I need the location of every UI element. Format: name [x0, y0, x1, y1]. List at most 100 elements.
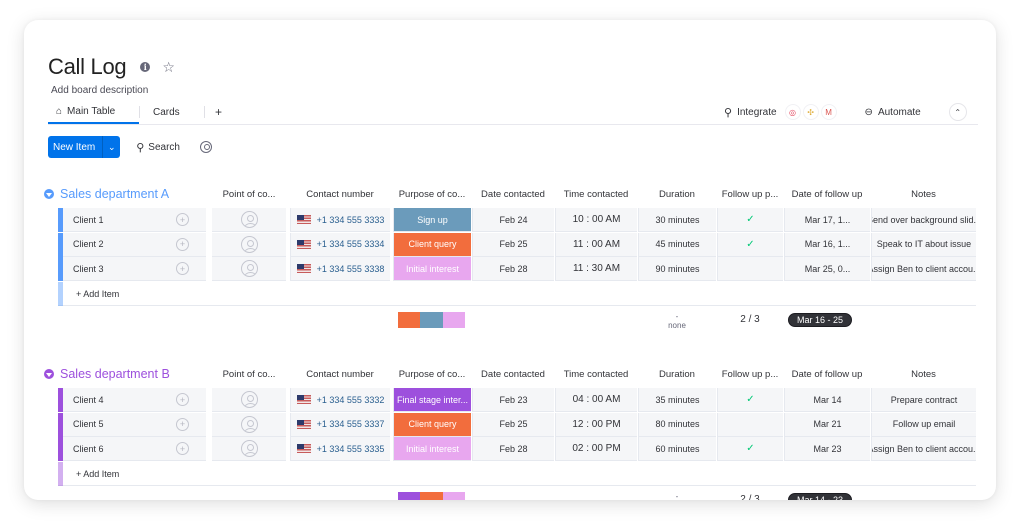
- follow-up-date-cell[interactable]: Mar 16, 1...: [784, 232, 870, 257]
- group-title[interactable]: Sales department A: [60, 187, 169, 201]
- follow-up-date-range[interactable]: Mar 16 - 25: [788, 312, 852, 327]
- follow-up-checkbox-cell[interactable]: [717, 412, 783, 437]
- notes-cell[interactable]: Send over background slid...: [871, 208, 976, 232]
- phone-number[interactable]: +1 334 555 3333: [317, 215, 385, 225]
- date-contacted-cell[interactable]: Feb 28: [472, 437, 554, 461]
- add-item-button[interactable]: + Add Item: [76, 469, 119, 479]
- person-cell[interactable]: [212, 437, 286, 461]
- duration-cell[interactable]: 45 minutes: [638, 232, 716, 257]
- column-header[interactable]: Notes: [871, 189, 976, 200]
- duration-cell[interactable]: 35 minutes: [638, 388, 716, 412]
- add-update-icon[interactable]: +: [176, 237, 189, 251]
- phone-number[interactable]: +1 334 555 3335: [317, 444, 385, 454]
- person-cell[interactable]: [212, 388, 286, 412]
- follow-up-date-cell[interactable]: Mar 21: [784, 412, 870, 437]
- add-update-icon[interactable]: +: [176, 262, 189, 275]
- column-header[interactable]: Point of co...: [212, 189, 286, 200]
- table-row[interactable]: Client 2 + +1 334 555 3334 Client query …: [58, 232, 976, 257]
- board-title[interactable]: Call Log: [48, 54, 127, 80]
- follow-up-checkbox-cell[interactable]: ✓: [717, 437, 783, 461]
- table-row[interactable]: Client 5 + +1 334 555 3337 Client query …: [58, 412, 976, 437]
- column-header[interactable]: Date of follow up: [784, 369, 870, 380]
- automate-button[interactable]: ⊖ Automate: [865, 107, 921, 118]
- duration-cell[interactable]: 80 minutes: [638, 412, 716, 437]
- follow-up-date-cell[interactable]: Mar 14: [784, 388, 870, 412]
- notes-cell[interactable]: Assign Ben to client accou...: [871, 437, 976, 461]
- column-header[interactable]: Follow up p...: [717, 189, 783, 200]
- duration-cell[interactable]: 90 minutes: [638, 257, 716, 281]
- star-icon[interactable]: ☆: [162, 59, 175, 76]
- purpose-status-cell[interactable]: Final stage inter...: [393, 388, 471, 412]
- add-item-button[interactable]: + Add Item: [76, 289, 119, 299]
- duration-cell[interactable]: 60 minutes: [638, 437, 716, 461]
- column-header[interactable]: Point of co...: [212, 369, 286, 380]
- time-contacted-cell[interactable]: 02 : 00 PM: [555, 437, 637, 461]
- column-header[interactable]: Purpose of co...: [393, 369, 471, 380]
- person-cell[interactable]: [212, 208, 286, 232]
- column-header[interactable]: Contact number: [290, 189, 390, 200]
- tab-cards[interactable]: Cards: [140, 100, 204, 124]
- add-update-icon[interactable]: +: [176, 417, 189, 431]
- add-update-icon[interactable]: +: [176, 393, 189, 406]
- integration-app-icons[interactable]: ◎ ✣ M: [784, 104, 839, 120]
- follow-up-date-cell[interactable]: Mar 25, 0...: [784, 257, 870, 281]
- follow-up-checkbox-cell[interactable]: [717, 257, 783, 281]
- person-cell[interactable]: [212, 257, 286, 281]
- column-header[interactable]: Duration: [638, 189, 716, 200]
- column-header[interactable]: Time contacted: [555, 369, 637, 380]
- phone-cell[interactable]: +1 334 555 3334: [290, 232, 390, 257]
- duration-cell[interactable]: 30 minutes: [638, 208, 716, 232]
- follow-up-checkbox-cell[interactable]: ✓: [717, 232, 783, 257]
- time-contacted-cell[interactable]: 10 : 00 AM: [555, 208, 637, 232]
- add-update-icon[interactable]: +: [176, 442, 189, 455]
- phone-cell[interactable]: +1 334 555 3335: [290, 437, 390, 461]
- time-contacted-cell[interactable]: 11 : 30 AM: [555, 257, 637, 281]
- follow-up-checkbox-cell[interactable]: ✓: [717, 388, 783, 412]
- group-collapse-icon[interactable]: [44, 369, 54, 379]
- search-button[interactable]: ⚲ Search: [136, 141, 180, 154]
- phone-cell[interactable]: +1 334 555 3338: [290, 257, 390, 281]
- follow-up-date-cell[interactable]: Mar 23: [784, 437, 870, 461]
- column-header[interactable]: Time contacted: [555, 189, 637, 200]
- phone-number[interactable]: +1 334 555 3338: [317, 264, 385, 274]
- table-row[interactable]: Client 3 + +1 334 555 3338 Initial inter…: [58, 257, 976, 281]
- follow-up-checkbox-cell[interactable]: ✓: [717, 208, 783, 232]
- phone-number[interactable]: +1 334 555 3332: [317, 395, 385, 405]
- person-cell[interactable]: [212, 412, 286, 437]
- add-update-icon[interactable]: +: [176, 213, 189, 226]
- phone-cell[interactable]: +1 334 555 3332: [290, 388, 390, 412]
- purpose-status-cell[interactable]: Client query: [393, 232, 471, 257]
- chevron-down-icon[interactable]: ⌄: [102, 136, 120, 158]
- purpose-status-cell[interactable]: Initial interest: [393, 437, 471, 461]
- tab-main-table[interactable]: ⌂ Main Table: [48, 100, 139, 124]
- purpose-distribution-bar[interactable]: [398, 491, 465, 500]
- notes-cell[interactable]: Prepare contract: [871, 388, 976, 412]
- time-contacted-cell[interactable]: 11 : 00 AM: [555, 232, 637, 257]
- date-contacted-cell[interactable]: Feb 25: [472, 232, 554, 257]
- follow-up-date-cell[interactable]: Mar 17, 1...: [784, 208, 870, 232]
- board-description[interactable]: Add board description: [51, 85, 148, 96]
- column-header[interactable]: Follow up p...: [717, 369, 783, 380]
- info-icon[interactable]: i: [140, 62, 151, 72]
- purpose-status-cell[interactable]: Sign up: [393, 208, 471, 232]
- add-view-button[interactable]: +: [205, 100, 232, 124]
- purpose-status-cell[interactable]: Client query: [393, 412, 471, 437]
- purpose-status-cell[interactable]: Initial interest: [393, 257, 471, 281]
- notes-cell[interactable]: Follow up email: [871, 412, 976, 437]
- phone-number[interactable]: +1 334 555 3334: [317, 239, 385, 249]
- notes-cell[interactable]: Speak to IT about issue: [871, 232, 976, 257]
- column-header[interactable]: Date contacted: [472, 189, 554, 200]
- date-contacted-cell[interactable]: Feb 28: [472, 257, 554, 281]
- group-collapse-icon[interactable]: [44, 189, 54, 199]
- group-title[interactable]: Sales department B: [60, 367, 170, 381]
- follow-up-date-range[interactable]: Mar 14 - 23: [788, 492, 852, 500]
- column-header[interactable]: Date of follow up: [784, 189, 870, 200]
- column-header[interactable]: Date contacted: [472, 369, 554, 380]
- purpose-distribution-bar[interactable]: [398, 311, 465, 328]
- person-cell[interactable]: [212, 232, 286, 257]
- date-contacted-cell[interactable]: Feb 25: [472, 412, 554, 437]
- date-contacted-cell[interactable]: Feb 23: [472, 388, 554, 412]
- new-item-label[interactable]: New Item: [48, 136, 102, 158]
- column-header[interactable]: Contact number: [290, 369, 390, 380]
- add-item-row[interactable]: + Add Item: [58, 281, 976, 306]
